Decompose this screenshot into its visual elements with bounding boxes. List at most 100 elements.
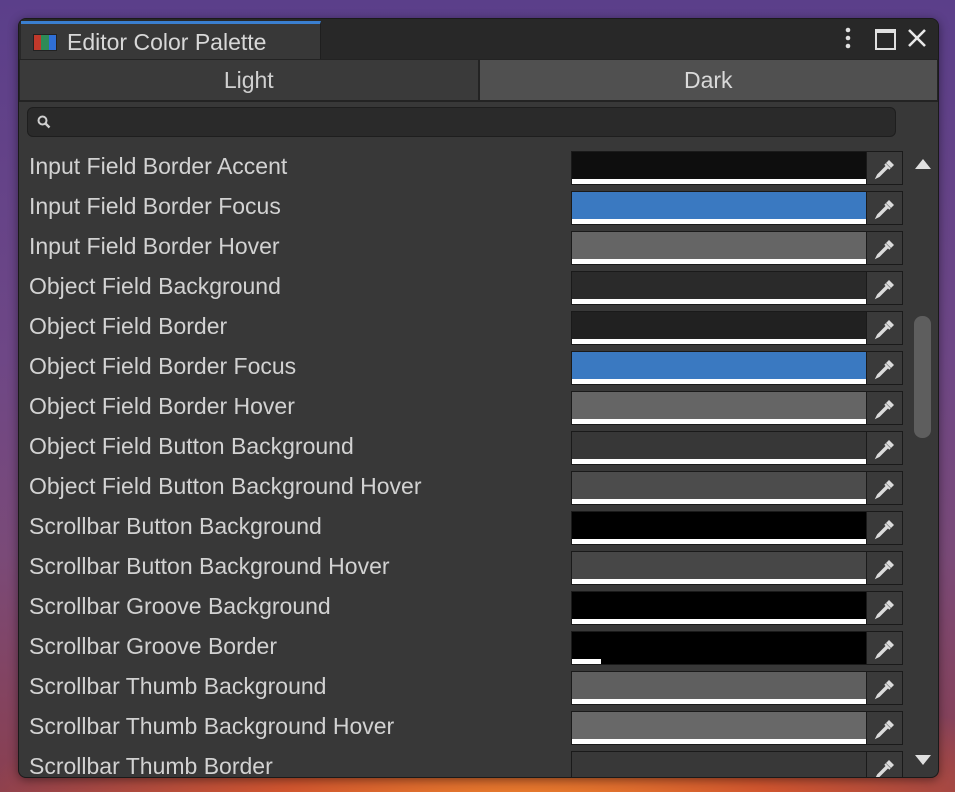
alpha-bar xyxy=(572,459,866,464)
window-tab[interactable]: Editor Color Palette xyxy=(21,21,321,59)
eyedropper-button[interactable] xyxy=(867,431,903,465)
eyedropper-icon xyxy=(874,200,894,220)
eyedropper-button[interactable] xyxy=(867,471,903,505)
alpha-bar xyxy=(572,419,866,424)
eyedropper-button[interactable] xyxy=(867,151,903,185)
alpha-bar-fill xyxy=(572,619,866,624)
eyedropper-icon xyxy=(874,720,894,740)
scroll-up-arrow-icon[interactable] xyxy=(915,159,931,169)
eyedropper-button[interactable] xyxy=(867,671,903,705)
eyedropper-icon xyxy=(874,360,894,380)
color-row: Input Field Border Accent xyxy=(19,149,909,189)
color-row: Object Field Border xyxy=(19,309,909,349)
eyedropper-button[interactable] xyxy=(867,591,903,625)
color-swatch-field[interactable] xyxy=(571,351,867,385)
alpha-bar xyxy=(572,179,866,184)
color-swatch-field[interactable] xyxy=(571,471,867,505)
eyedropper-button[interactable] xyxy=(867,711,903,745)
eyedropper-button[interactable] xyxy=(867,271,903,305)
dark-mode-button[interactable]: Dark xyxy=(478,59,938,101)
alpha-bar xyxy=(572,539,866,544)
color-swatch-field[interactable] xyxy=(571,711,867,745)
alpha-bar xyxy=(572,219,866,224)
color-swatch-field[interactable] xyxy=(571,551,867,585)
color-row-label: Scrollbar Button Background xyxy=(29,513,322,539)
color-swatch-field[interactable] xyxy=(571,191,867,225)
color-row: Object Field Background xyxy=(19,269,909,309)
color-swatch-field[interactable] xyxy=(571,431,867,465)
color-row-label: Scrollbar Thumb Background xyxy=(29,673,327,699)
alpha-bar-fill xyxy=(572,179,866,184)
color-row: Scrollbar Button Background xyxy=(19,509,909,549)
color-row: Scrollbar Button Background Hover xyxy=(19,549,909,589)
color-list: Input Field Border Accent Input Field Bor… xyxy=(19,149,909,777)
eyedropper-button[interactable] xyxy=(867,191,903,225)
scroll-down-arrow-icon[interactable] xyxy=(915,755,931,765)
alpha-bar-fill xyxy=(572,459,866,464)
window-title: Editor Color Palette xyxy=(67,29,267,55)
color-row: Scrollbar Groove Border xyxy=(19,629,909,669)
color-swatch-field[interactable] xyxy=(571,631,867,665)
eyedropper-icon xyxy=(874,680,894,700)
color-row: Scrollbar Groove Background xyxy=(19,589,909,629)
eyedropper-icon xyxy=(874,600,894,620)
color-row: Scrollbar Thumb Background Hover xyxy=(19,709,909,749)
color-palette-icon xyxy=(33,34,57,51)
theme-toggle-bar: Light Dark xyxy=(19,59,938,102)
color-row-label: Scrollbar Groove Border xyxy=(29,633,277,659)
color-swatch-field[interactable] xyxy=(571,511,867,545)
eyedropper-button[interactable] xyxy=(867,751,903,777)
eyedropper-button[interactable] xyxy=(867,391,903,425)
alpha-bar-fill xyxy=(572,259,866,264)
eyedropper-button[interactable] xyxy=(867,351,903,385)
color-swatch-field[interactable] xyxy=(571,151,867,185)
alpha-bar xyxy=(572,259,866,264)
alpha-bar-fill xyxy=(572,499,866,504)
color-swatch-field[interactable] xyxy=(571,751,867,777)
eyedropper-icon xyxy=(874,440,894,460)
kebab-menu-icon[interactable] xyxy=(835,25,861,51)
color-row-label: Object Field Border Focus xyxy=(29,353,297,379)
eyedropper-icon xyxy=(874,280,894,300)
color-row: Input Field Border Focus xyxy=(19,189,909,229)
alpha-bar xyxy=(572,299,866,304)
eyedropper-button[interactable] xyxy=(867,631,903,665)
scrollbar-thumb[interactable] xyxy=(914,316,931,438)
close-icon[interactable] xyxy=(904,25,930,51)
color-swatch-field[interactable] xyxy=(571,391,867,425)
light-mode-button[interactable]: Light xyxy=(19,59,479,101)
alpha-bar-fill xyxy=(572,699,866,704)
color-row-label: Object Field Border Hover xyxy=(29,393,295,419)
alpha-bar-fill xyxy=(572,539,866,544)
color-row-label: Input Field Border Accent xyxy=(29,153,288,179)
color-swatch-field[interactable] xyxy=(571,311,867,345)
search-input[interactable] xyxy=(58,111,887,135)
color-swatch-field[interactable] xyxy=(571,671,867,705)
eyedropper-button[interactable] xyxy=(867,551,903,585)
alpha-bar xyxy=(572,619,866,624)
alpha-bar xyxy=(572,659,866,664)
alpha-bar-fill xyxy=(572,339,866,344)
alpha-bar-fill xyxy=(572,299,866,304)
color-row-label: Object Field Button Background Hover xyxy=(29,473,422,499)
eyedropper-button[interactable] xyxy=(867,511,903,545)
alpha-bar-fill xyxy=(572,659,602,664)
eyedropper-button[interactable] xyxy=(867,311,903,345)
maximize-icon[interactable] xyxy=(871,25,897,51)
color-row: Scrollbar Thumb Background xyxy=(19,669,909,709)
color-row-label: Object Field Border xyxy=(29,313,228,339)
color-swatch-field[interactable] xyxy=(571,231,867,265)
color-row-label: Scrollbar Thumb Background Hover xyxy=(29,713,395,739)
alpha-bar xyxy=(572,739,866,744)
eyedropper-icon xyxy=(874,400,894,420)
color-row-label: Object Field Button Background xyxy=(29,433,354,459)
eyedropper-icon xyxy=(875,760,894,777)
eyedropper-icon xyxy=(874,240,894,260)
search-field[interactable] xyxy=(27,107,896,137)
color-row: Scrollbar Thumb Border xyxy=(19,749,909,777)
vertical-scrollbar[interactable] xyxy=(911,149,935,777)
color-swatch-field[interactable] xyxy=(571,271,867,305)
alpha-bar-fill xyxy=(572,579,866,584)
color-swatch-field[interactable] xyxy=(571,591,867,625)
eyedropper-button[interactable] xyxy=(867,231,903,265)
